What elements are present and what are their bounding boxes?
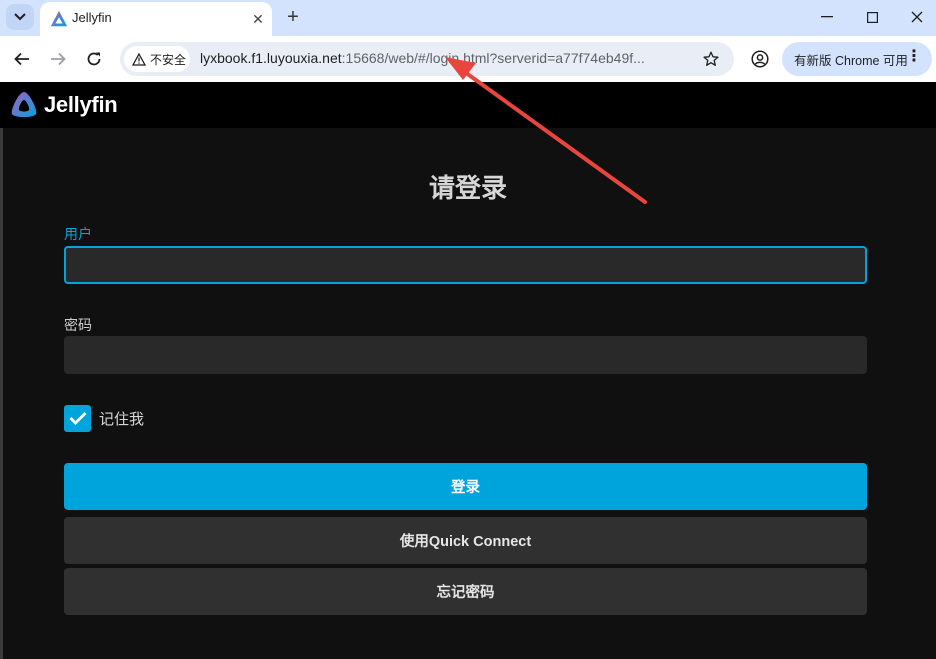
maximize-icon <box>866 11 878 23</box>
url-path: :15668/web/#/login.html?serverid=a77f74e… <box>341 50 645 66</box>
page-title: 请登录 <box>428 173 507 203</box>
jellyfin-logo-icon <box>11 92 37 117</box>
chevron-down-icon <box>14 13 26 21</box>
app-header: Jellyfin <box>0 82 936 128</box>
arrow-left-icon <box>14 52 29 66</box>
address-bar[interactable]: 不安全 lyxbook.f1.luyouxia.net:15668/web/#/… <box>120 42 734 76</box>
url-host: lyxbook.f1.luyouxia.net <box>200 50 342 66</box>
chrome-update-button[interactable]: 有新版 Chrome 可用 ⋮ <box>782 42 932 76</box>
password-label: 密码 <box>64 317 92 333</box>
tab-title: Jellyfin <box>72 10 112 25</box>
security-chip[interactable]: 不安全 <box>124 46 190 72</box>
jellyfin-logo-icon <box>50 10 68 27</box>
username-label: 用户 <box>64 226 92 242</box>
minimize-button[interactable] <box>804 0 850 34</box>
quick-connect-button[interactable]: 使用Quick Connect <box>64 517 867 564</box>
password-input[interactable] <box>64 336 867 374</box>
browser-tab-strip: Jellyfin ✕ + <box>0 0 936 36</box>
new-tab-button[interactable]: + <box>282 6 304 28</box>
profile-icon <box>751 50 769 68</box>
star-icon <box>703 51 719 66</box>
reload-icon <box>87 52 101 66</box>
sign-in-button[interactable]: 登录 <box>64 463 867 510</box>
reload-button[interactable] <box>81 46 107 72</box>
minimize-icon <box>821 16 833 18</box>
brand-logo[interactable]: Jellyfin <box>8 90 118 120</box>
remember-me-option[interactable]: 记住我 <box>64 404 144 432</box>
remember-me-checkbox[interactable] <box>64 404 91 432</box>
close-tab-icon[interactable]: ✕ <box>248 9 268 29</box>
username-input[interactable] <box>64 246 867 284</box>
close-window-button[interactable] <box>894 0 936 34</box>
browser-toolbar: 不安全 lyxbook.f1.luyouxia.net:15668/web/#/… <box>0 36 936 82</box>
kebab-menu-icon[interactable]: ⋮ <box>906 49 922 65</box>
brand-name: Jellyfin <box>44 92 118 117</box>
remember-me-label: 记住我 <box>99 410 145 428</box>
jellyfin-login-page: Jellyfin 请登录 用户 密码 记住我 登录 使用Quick Connec… <box>0 82 936 659</box>
page-left-edge <box>0 128 3 659</box>
tab-search-button[interactable] <box>6 4 34 30</box>
forgot-password-button[interactable]: 忘记密码 <box>64 568 867 615</box>
forward-button[interactable] <box>45 46 71 72</box>
update-label: 有新版 Chrome 可用 <box>794 53 908 68</box>
profile-button[interactable] <box>748 47 772 71</box>
close-icon <box>911 11 923 23</box>
arrow-right-icon <box>51 52 66 66</box>
maximize-button[interactable] <box>849 0 895 34</box>
browser-tab-jellyfin[interactable]: Jellyfin ✕ <box>40 2 272 36</box>
url-text[interactable]: lyxbook.f1.luyouxia.net:15668/web/#/logi… <box>200 50 645 66</box>
checkmark-icon <box>69 412 86 425</box>
security-label: 不安全 <box>150 52 187 67</box>
back-button[interactable] <box>9 46 35 72</box>
bookmark-button[interactable] <box>700 48 722 70</box>
warning-triangle-icon <box>132 52 146 66</box>
